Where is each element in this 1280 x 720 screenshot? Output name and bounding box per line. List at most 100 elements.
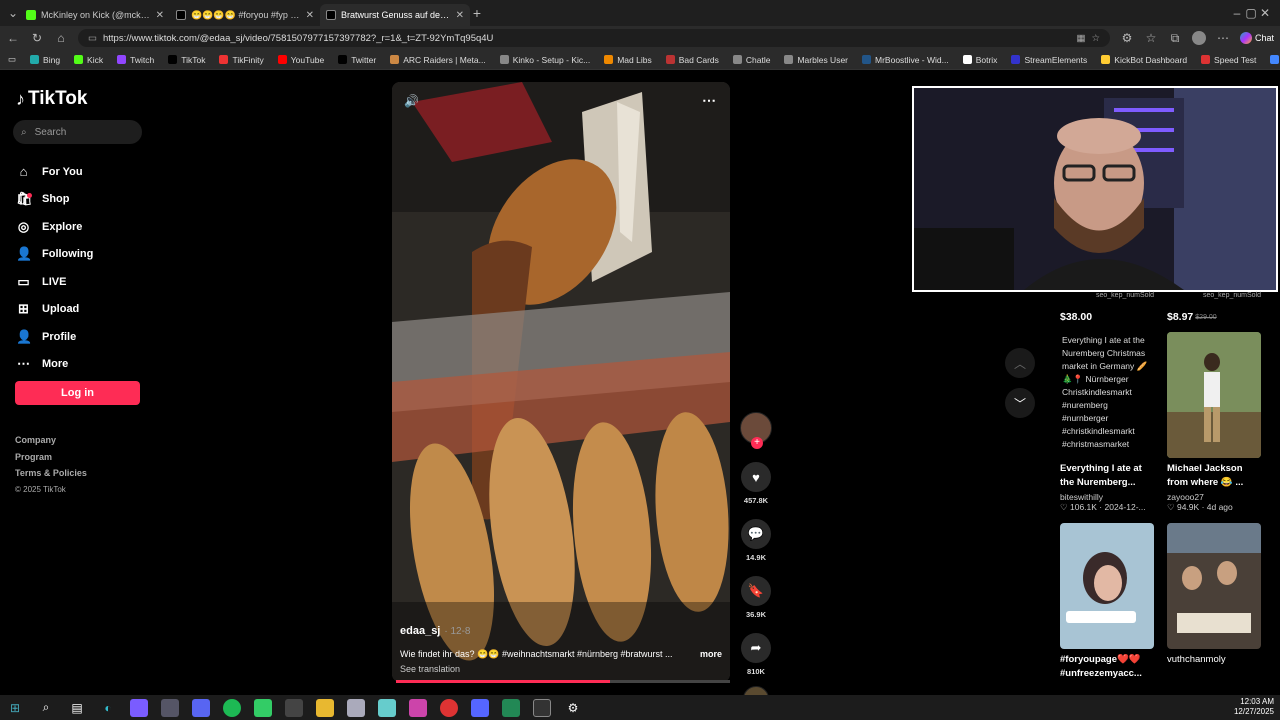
app-icon[interactable] [254, 698, 272, 717]
bookmark-item[interactable]: TikTok [168, 55, 205, 65]
app-icon[interactable] [409, 698, 427, 717]
bookmark-item[interactable]: Twitch [117, 55, 154, 65]
browser-tab-kick[interactable]: McKinley on Kick (@mckinley.tv) | ✕ [20, 4, 170, 26]
video-thumbnail[interactable] [1060, 523, 1154, 649]
bookmark-item[interactable]: StreamElements [1011, 55, 1087, 65]
favorites-icon[interactable]: ☆ [1144, 31, 1158, 45]
product-card[interactable]: seo_kep_numSold $38.00 [1060, 292, 1154, 330]
video-thumbnail[interactable] [1167, 523, 1261, 649]
app-icon[interactable] [130, 698, 148, 717]
video-player[interactable]: 🔊 ⋯ edaa_sj · 12-8 Wie findet ihr das? 😁😁… [392, 82, 730, 682]
footer-terms-link[interactable]: Terms & Policies [15, 465, 87, 482]
search-icon[interactable]: ⌕ [37, 699, 55, 717]
app-icon[interactable] [440, 698, 458, 717]
taskbar-clock[interactable]: 12:03 AM 12/27/2025 [1234, 697, 1274, 717]
search-input[interactable]: ⌕ Search [13, 120, 142, 144]
sidebar-item-live[interactable]: ▭ LIVE [16, 268, 93, 296]
footer-company-link[interactable]: Company [15, 432, 87, 449]
chevron-down-icon[interactable]: ﹀ [1005, 388, 1035, 418]
file-explorer-icon[interactable] [316, 698, 334, 717]
sidebar-item-shop[interactable]: 🛍 Shop [16, 186, 93, 214]
bookmark-item[interactable]: Bad Cards [665, 55, 719, 65]
creator-avatar[interactable]: + [740, 412, 772, 449]
sidebar-item-for-you[interactable]: ⌂ For You [16, 158, 93, 186]
browser-tab-tiktok-1[interactable]: 😁😁😁😁 #foryou #fyp #diddy ✕ [170, 4, 320, 26]
bookmark-item[interactable]: Mad Libs [604, 55, 652, 65]
url-field[interactable]: ▭ https://www.tiktok.com/@edaa_sj/video/… [78, 29, 1110, 47]
follow-plus-icon[interactable]: + [751, 437, 763, 449]
app-icon[interactable] [471, 698, 489, 717]
maximize-icon[interactable]: ▢ [1244, 6, 1258, 20]
bookmark-item[interactable]: Inbox [1270, 55, 1280, 65]
see-translation-link[interactable]: See translation [400, 664, 722, 674]
settings-gear-icon[interactable]: ⚙ [564, 699, 582, 717]
new-tab-icon[interactable]: + [470, 5, 484, 21]
bookmark-item[interactable]: ARC Raiders | Meta... [390, 55, 486, 65]
collections-icon[interactable]: ⧉ [1168, 31, 1182, 46]
video-card[interactable]: vuthchanmoly [1167, 523, 1261, 681]
bookmark-item[interactable]: Speed Test [1201, 55, 1256, 65]
tab-list-icon[interactable]: ⌄ [6, 6, 20, 20]
bookmark-item[interactable]: KickBot Dashboard [1101, 55, 1187, 65]
sidebar-item-explore[interactable]: ◎ Explore [16, 213, 93, 241]
edge-icon[interactable]: ◐ [99, 699, 117, 717]
settings-more-icon[interactable]: ⋯ [1216, 31, 1230, 45]
video-card[interactable]: Michael Jackson from where 😂 ... zayooo2… [1167, 332, 1261, 513]
app-icon[interactable] [378, 698, 396, 717]
favorite-star-icon[interactable]: ☆ [1091, 33, 1100, 44]
sidebar-item-following[interactable]: 👤 Following [16, 241, 93, 269]
close-tab-icon[interactable]: ✕ [456, 10, 464, 21]
video-progress-bar[interactable] [396, 680, 730, 683]
bookmark-item[interactable]: TikFinity [219, 55, 264, 65]
back-icon[interactable]: ← [6, 31, 20, 45]
sidebar-item-upload[interactable]: ⊞ Upload [16, 296, 93, 324]
bookmark-item[interactable]: Chatle [732, 55, 770, 65]
app-icon[interactable] [502, 698, 520, 717]
profile-avatar[interactable] [1191, 31, 1206, 45]
bookmark-item[interactable]: Twitter [338, 55, 376, 65]
copilot-chat-button[interactable]: Chat [1239, 32, 1274, 44]
app-icon[interactable] [347, 698, 365, 717]
app-icon[interactable] [161, 698, 179, 717]
minimize-icon[interactable]: – [1230, 6, 1244, 20]
home-icon[interactable]: ⌂ [54, 31, 68, 45]
close-tab-icon[interactable]: ✕ [306, 10, 314, 21]
discord-icon[interactable] [192, 698, 210, 717]
bookmark-item[interactable]: MrBoostlive - Wid... [862, 55, 949, 65]
sidebar-item-profile[interactable]: 👤 Profile [16, 323, 93, 351]
comment-action[interactable]: 💬 14.9K [738, 519, 774, 562]
footer-program-link[interactable]: Program [15, 449, 87, 466]
like-action[interactable]: ♥ 457.8K [738, 462, 774, 505]
close-window-icon[interactable]: ✕ [1258, 6, 1272, 20]
share-action[interactable]: ➦ 810K [738, 633, 774, 676]
refresh-icon[interactable]: ↻ [30, 31, 44, 45]
tiktok-logo[interactable]: ♪ TikTok [16, 88, 87, 110]
task-view-icon[interactable]: ▤ [68, 699, 86, 717]
bookmark-item[interactable]: Marbles User [784, 55, 848, 65]
save-action[interactable]: 🔖 36.9K [738, 576, 774, 619]
site-info-icon[interactable]: ▭ [88, 33, 97, 44]
bookmark-item[interactable]: Bing [30, 55, 60, 65]
bookmark-item[interactable]: Kick [74, 55, 103, 65]
volume-icon[interactable]: 🔊 [404, 94, 419, 108]
login-button[interactable]: Log in [15, 381, 140, 405]
video-author[interactable]: edaa_sj [400, 625, 440, 637]
product-card[interactable]: seo_kep_numSold $8.97 $29.00 [1167, 292, 1261, 330]
caption-more-link[interactable]: more [700, 649, 722, 660]
browser-tab-tiktok-active[interactable]: Bratwurst Genuss auf dem Nürnbe ✕ [320, 4, 470, 26]
bookmark-item[interactable]: Kinko - Setup - Kic... [499, 55, 590, 65]
grid-icon[interactable]: ▦ [1076, 33, 1085, 44]
app-icon[interactable] [533, 698, 551, 717]
windows-start-icon[interactable]: ⊞ [6, 699, 24, 717]
app-icon[interactable] [285, 698, 303, 717]
close-tab-icon[interactable]: ✕ [156, 10, 164, 21]
spotify-icon[interactable] [223, 698, 241, 717]
sidebar-item-more[interactable]: ⋯ More [16, 351, 93, 379]
bookmark-item[interactable]: YouTube [277, 55, 324, 65]
extensions-icon[interactable]: ⚙ [1120, 31, 1134, 45]
video-more-icon[interactable]: ⋯ [702, 92, 716, 109]
video-card[interactable]: #foryoupage❤️❤️ #unfreezemyacc... [1060, 523, 1154, 681]
video-thumbnail[interactable]: Everything I ate at the Nuremberg Christ… [1060, 332, 1154, 458]
bookmark-item[interactable]: Botrix [962, 55, 997, 65]
video-thumbnail[interactable] [1167, 332, 1261, 458]
